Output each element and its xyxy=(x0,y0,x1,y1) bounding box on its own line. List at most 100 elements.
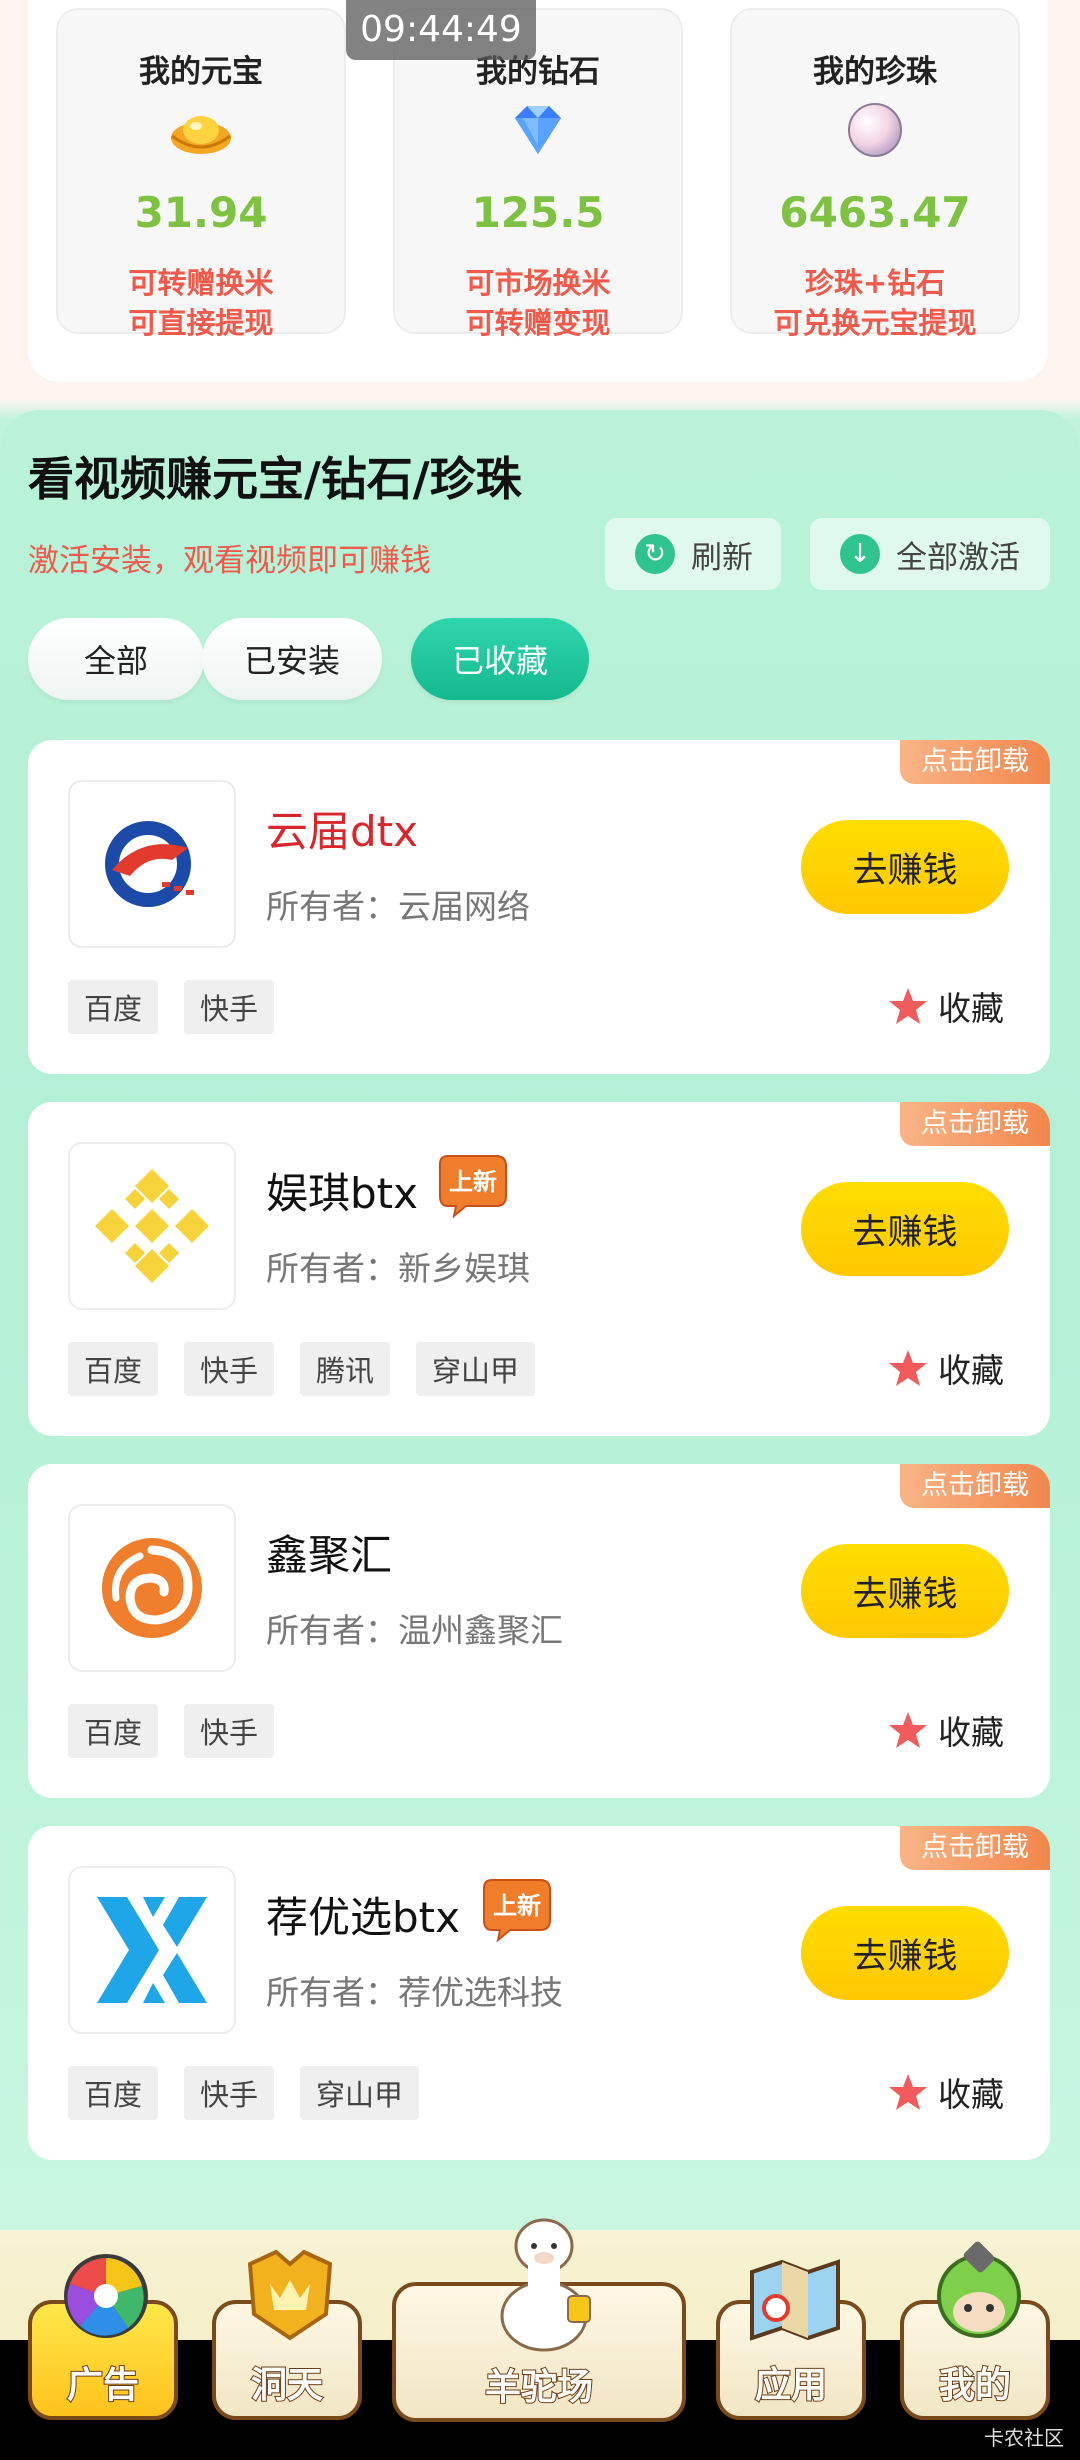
filter-tab-favorited[interactable]: 已收藏 xyxy=(411,618,589,700)
app-card: 点击卸载 荐优选btx 上新 所有者：荐优选科技 去赚钱 百度 快手 穿山甲 收… xyxy=(28,1826,1050,2160)
app-name: 云届dtx xyxy=(266,807,418,856)
map-icon xyxy=(750,2259,840,2341)
star-icon xyxy=(889,1350,927,1386)
nav-mine[interactable]: 我的 xyxy=(900,2241,1050,2420)
refresh-icon: ↻ xyxy=(635,534,675,574)
app-logo xyxy=(68,1866,236,2034)
wallet-title: 我的珍珠 xyxy=(813,54,937,90)
refresh-button[interactable]: ↻ 刷新 xyxy=(605,518,781,590)
nav-apps[interactable]: 应用 xyxy=(716,2259,866,2420)
wallet-value: 31.94 xyxy=(134,188,268,237)
earn-money-button[interactable]: 去赚钱 xyxy=(801,1906,1009,2000)
favorite-label: 收藏 xyxy=(938,1713,1004,1752)
wallet-ingot-box[interactable]: 我的元宝 31.94 可转赠换米 可直接提现 xyxy=(56,8,346,340)
nav-label: 羊驼场 xyxy=(484,2366,594,2409)
color-wheel-icon xyxy=(64,2254,148,2338)
nav-dongtian[interactable]: 洞天 xyxy=(212,2249,362,2420)
uninstall-button[interactable]: 点击卸载 xyxy=(900,1826,1050,1870)
favorite-button[interactable]: 收藏 xyxy=(888,982,1004,1030)
yunjie-logo-icon xyxy=(105,821,194,907)
app-owner: 所有者：荐优选科技 xyxy=(266,1973,563,2012)
platform-tag: 快手 xyxy=(184,1342,275,1396)
section-subtitle: 激活安装，观看视频即可赚钱 xyxy=(28,543,431,579)
nav-label: 广告 xyxy=(66,2364,140,2407)
app-card: 点击卸载 云届dtx 所有者：云届网络 去赚钱 百度 快手 收藏 xyxy=(28,740,1050,1074)
app-logo xyxy=(68,1504,236,1672)
favorite-label: 收藏 xyxy=(938,1351,1004,1390)
gold-ingot-icon xyxy=(171,116,231,154)
refresh-label: 刷新 xyxy=(691,539,753,576)
watermark: 卡农社区 xyxy=(984,2426,1064,2450)
favorite-button[interactable]: 收藏 xyxy=(888,2068,1004,2116)
download-icon: ↓ xyxy=(840,534,880,574)
app-name: 荐优选btx xyxy=(266,1893,460,1942)
platform-tag: 快手 xyxy=(184,2066,275,2120)
platform-tag: 百度 xyxy=(68,980,159,1034)
xinjuhui-logo-icon xyxy=(102,1538,202,1638)
nav-alpaca-farm[interactable]: 羊驼场 xyxy=(392,2218,686,2422)
uninstall-button[interactable]: 点击卸载 xyxy=(900,740,1050,784)
status-time: 09:44:49 xyxy=(346,0,536,60)
app-logo xyxy=(68,1142,236,1310)
earn-money-button[interactable]: 去赚钱 xyxy=(801,820,1009,914)
app-owner: 所有者：温州鑫聚汇 xyxy=(266,1611,563,1650)
app-card: 点击卸载 鑫聚汇 所有者：温州鑫聚汇 去赚钱 百度 快手 收藏 xyxy=(28,1464,1050,1798)
platform-tags: 百度 快手 xyxy=(68,1704,300,1758)
uninstall-button[interactable]: 点击卸载 xyxy=(900,1102,1050,1146)
wallet-line: 可市场换米 xyxy=(465,266,611,300)
alpaca-icon xyxy=(500,2218,591,2352)
wallet-line: 可转赠变现 xyxy=(465,306,611,340)
favorite-label: 收藏 xyxy=(938,989,1004,1028)
platform-tag: 快手 xyxy=(184,1704,275,1758)
wallet-line: 可转赠换米 xyxy=(128,266,274,300)
uninstall-button[interactable]: 点击卸载 xyxy=(900,1464,1050,1508)
star-icon xyxy=(889,2074,927,2110)
platform-tags: 百度 快手 穿山甲 xyxy=(68,2066,445,2120)
favorite-button[interactable]: 收藏 xyxy=(888,1344,1004,1392)
platform-tag: 快手 xyxy=(184,980,275,1034)
wallet-card: 我的元宝 31.94 可转赠换米 可直接提现 我的钻石 125.5 可市场换米 … xyxy=(28,0,1048,382)
new-badge: 上新 xyxy=(483,1879,551,1942)
wallet-title: 我的元宝 xyxy=(139,54,263,90)
wallet-line: 可直接提现 xyxy=(128,306,274,340)
favorite-label: 收藏 xyxy=(938,2075,1004,2114)
platform-tags: 百度 快手 xyxy=(68,980,300,1034)
wallet-value: 125.5 xyxy=(471,188,605,237)
pearl-icon xyxy=(848,103,902,157)
avatar-icon xyxy=(937,2241,1021,2338)
wallet-pearl-box[interactable]: 我的珍珠 6463.47 珍珠+钻石 可兑换元宝提现 xyxy=(730,8,1020,340)
wallet-value: 6463.47 xyxy=(779,188,971,237)
star-icon xyxy=(889,988,927,1024)
bottom-nav: 广告 洞天 羊驼场 应用 我的 xyxy=(0,2218,1080,2460)
jianyouxuan-logo-icon xyxy=(97,1897,207,2003)
platform-tag: 百度 xyxy=(68,2066,159,2120)
new-badge: 上新 xyxy=(439,1155,507,1218)
filter-tab-installed[interactable]: 已安装 xyxy=(202,618,382,700)
nav-ads[interactable]: 广告 xyxy=(28,2254,178,2420)
nav-label: 洞天 xyxy=(250,2364,324,2407)
platform-tag: 百度 xyxy=(68,1704,159,1758)
app-owner: 所有者：新乡娱琪 xyxy=(266,1249,530,1288)
app-card: 点击卸载 娱琪btx 上新 所有者：新乡娱琪 去赚钱 百度 快手 腾讯 穿山甲 xyxy=(28,1102,1050,1436)
earn-money-button[interactable]: 去赚钱 xyxy=(801,1544,1009,1638)
star-icon xyxy=(889,1712,927,1748)
platform-tag: 腾讯 xyxy=(300,1342,391,1396)
favorite-button[interactable]: 收藏 xyxy=(888,1706,1004,1754)
crown-shield-icon xyxy=(247,2249,333,2341)
section-title: 看视频赚元宝/钻石/珍珠 xyxy=(28,452,522,506)
platform-tag: 穿山甲 xyxy=(416,1342,536,1396)
yuqi-logo-icon xyxy=(95,1169,209,1283)
app-name: 娱琪btx xyxy=(266,1169,418,1218)
platform-tag: 穿山甲 xyxy=(300,2066,420,2120)
app-owner: 所有者：云届网络 xyxy=(266,887,530,926)
wallet-line: 珍珠+钻石 xyxy=(804,266,946,300)
platform-tag: 百度 xyxy=(68,1342,159,1396)
activate-all-button[interactable]: ↓ 全部激活 xyxy=(810,518,1050,590)
new-badge-label: 上新 xyxy=(493,1892,541,1920)
app-name: 鑫聚汇 xyxy=(266,1531,393,1580)
earn-money-button[interactable]: 去赚钱 xyxy=(801,1182,1009,1276)
nav-label: 我的 xyxy=(938,2364,1012,2407)
filter-tab-all[interactable]: 全部 xyxy=(28,618,204,700)
platform-tags: 百度 快手 腾讯 穿山甲 xyxy=(68,1342,561,1396)
app-logo xyxy=(68,780,236,948)
